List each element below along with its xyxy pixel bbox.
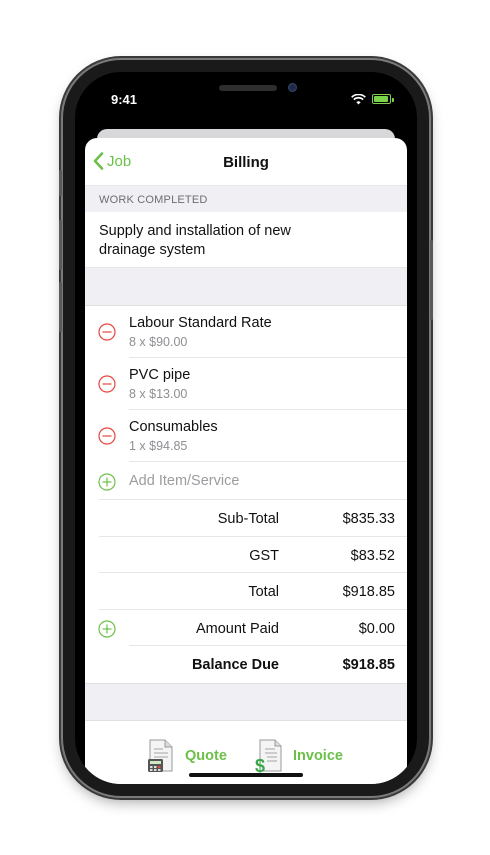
total-value: $918.85 [342,584,395,600]
amount-paid-label: Amount Paid [195,620,279,637]
invoice-label: Invoice [293,747,343,764]
work-description-line: Supply and installation of new [99,223,291,239]
remove-icon[interactable] [98,375,116,393]
gst-label: GST [249,547,279,564]
gst-value: $83.52 [350,547,395,564]
work-description[interactable]: Supply and installation of new drainage … [85,212,407,268]
navigation-bar: Job Billing [85,138,407,186]
balance-due-value: $918.85 [342,657,395,673]
subtotal-row: Sub-Total $835.33 [85,500,407,537]
total-label: Total [248,584,279,600]
remove-icon[interactable] [98,427,116,445]
speaker [219,85,277,91]
balance-due-row: Balance Due $918.85 [85,646,407,683]
line-item-quantity: 1 x $94.85 [129,439,188,453]
power-button [430,240,433,320]
amount-paid-value: $0.00 [358,620,395,637]
add-icon [98,473,116,491]
total-row: Total $918.85 [85,573,407,610]
battery-icon [372,94,394,104]
line-item[interactable]: PVC pipe 8 x $13.00 [85,358,407,410]
subtotal-value: $835.33 [342,511,395,527]
work-description-line: drainage system [99,242,206,258]
volume-down-button [59,282,62,332]
section-spacer [85,268,407,306]
invoice-button[interactable]: $ Invoice [255,739,343,773]
screen: 9:41 Job Billing WORK COMPLETED Supply a… [75,72,417,784]
line-item-quantity: 8 x $90.00 [129,335,188,349]
invoice-document-icon: $ [255,739,282,773]
svg-text:$: $ [255,756,265,773]
line-item-quantity: 8 x $13.00 [129,387,188,401]
page-title: Billing [223,154,269,171]
line-item-name: Labour Standard Rate [129,315,272,331]
remove-icon[interactable] [98,323,116,341]
line-item[interactable]: Consumables 1 x $94.85 [85,410,407,462]
phone-frame: 9:41 Job Billing WORK COMPLETED Supply a… [59,60,433,796]
gst-row: GST $83.52 [85,537,407,573]
subtotal-label: Sub-Total [217,511,279,527]
line-item-name: PVC pipe [129,367,191,383]
front-camera [288,83,297,92]
section-header-work-completed: WORK COMPLETED [85,186,407,212]
section-spacer [85,682,407,721]
line-item[interactable]: Labour Standard Rate 8 x $90.00 [85,306,407,358]
add-item-button[interactable]: Add Item/Service [85,462,407,500]
balance-due-label: Balance Due [191,657,279,673]
volume-up-button [59,220,62,270]
quote-document-icon [148,739,173,772]
quote-button[interactable]: Quote [147,739,227,773]
amount-paid-row[interactable]: Amount Paid $0.00 [85,610,407,646]
mute-switch [59,170,62,196]
add-item-label: Add Item/Service [129,473,240,489]
home-indicator[interactable] [189,773,303,777]
line-item-name: Consumables [129,419,218,435]
status-time: 9:41 [111,92,138,107]
add-payment-icon[interactable] [98,619,116,638]
billing-sheet: Job Billing WORK COMPLETED Supply and in… [85,138,407,784]
wifi-icon [351,94,366,105]
quote-label: Quote [185,747,227,764]
